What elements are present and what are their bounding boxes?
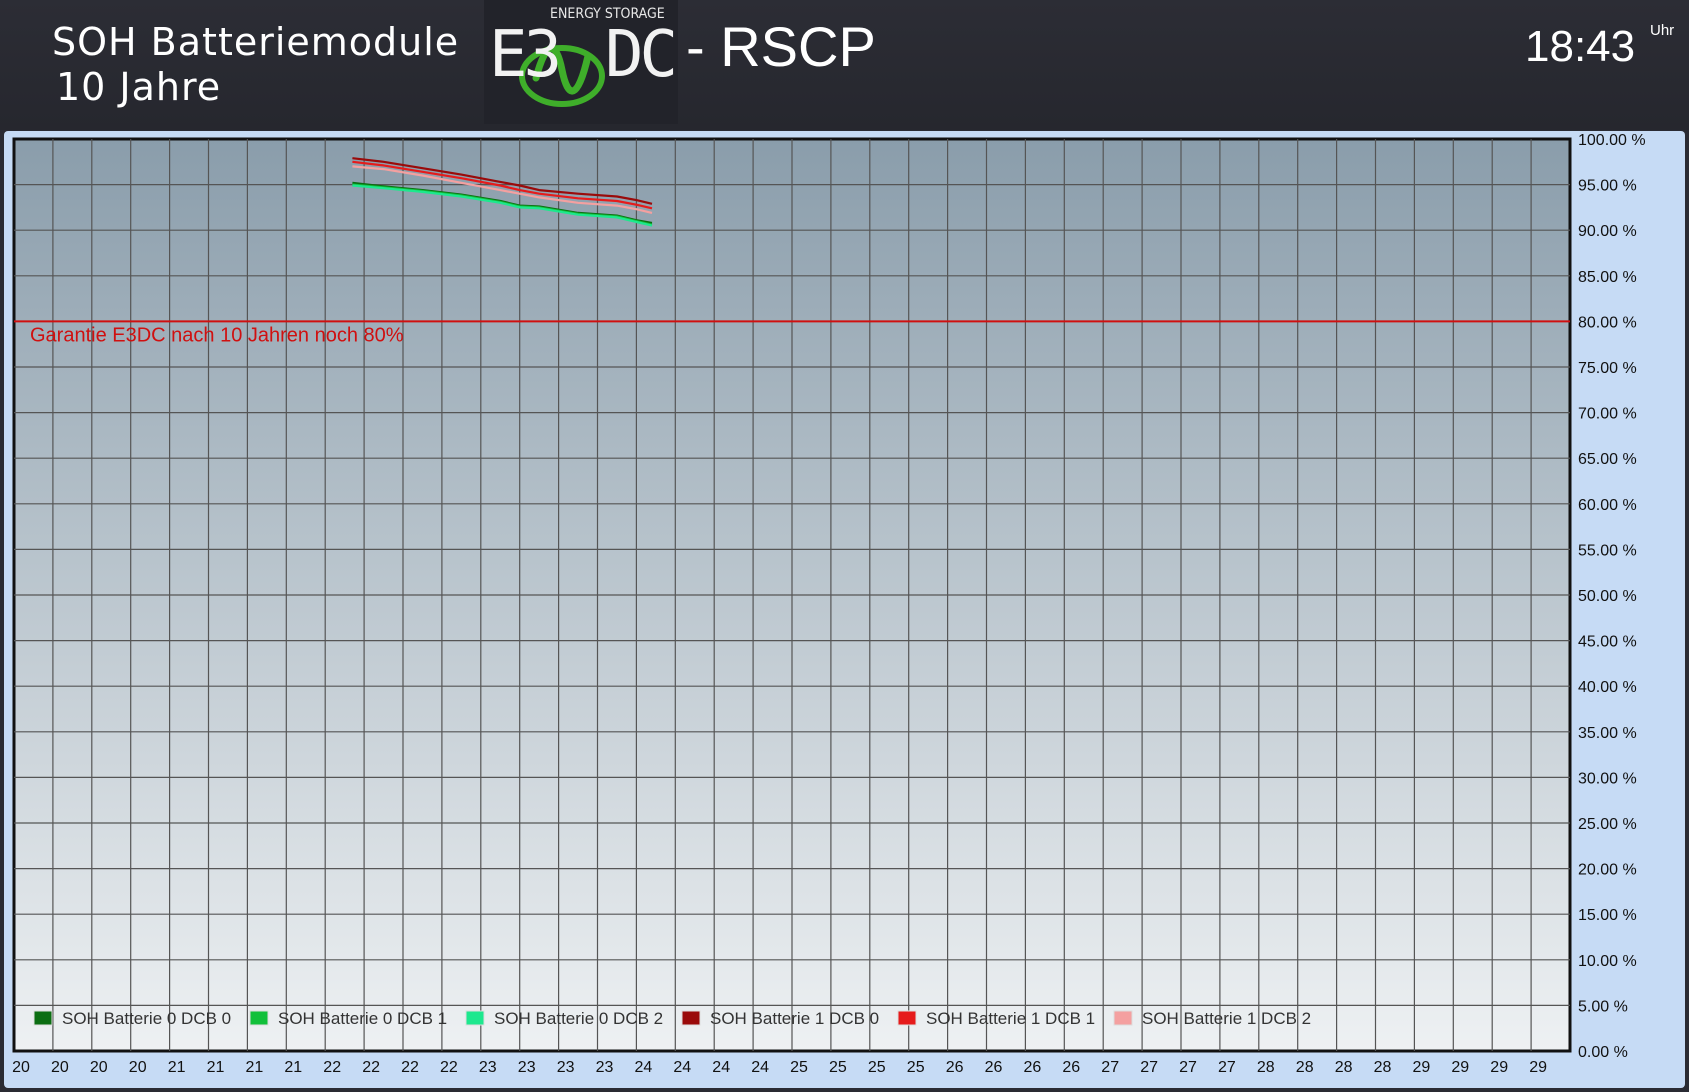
legend-item-label: SOH Batterie 0 DCB 1 [278, 1009, 447, 1028]
y-tick-label: 65.00 % [1578, 451, 1637, 468]
y-tick-label: 10.00 % [1578, 953, 1637, 970]
y-tick-label: 20.00 % [1578, 862, 1637, 879]
x-tick-label: 26 [946, 1059, 964, 1076]
x-tick-label: 28 [1257, 1059, 1275, 1076]
y-tick-label: 75.00 % [1578, 360, 1637, 377]
y-tick-label: 35.00 % [1578, 725, 1637, 742]
y-tick-label: 5.00 % [1578, 998, 1628, 1015]
page-subtitle-duration: 10 Jahre [56, 65, 222, 109]
x-tick-label: 27 [1101, 1059, 1119, 1076]
y-tick-label: 85.00 % [1578, 269, 1637, 286]
x-tick-label: 22 [323, 1059, 341, 1076]
legend-item-label: SOH Batterie 1 DCB 1 [926, 1009, 1095, 1028]
legend-swatch [897, 1010, 917, 1026]
y-tick-label: 30.00 % [1578, 770, 1637, 787]
x-tick-label: 26 [1024, 1059, 1042, 1076]
x-tick-label: 24 [635, 1059, 653, 1076]
y-tick-label: 80.00 % [1578, 314, 1637, 331]
x-tick-label: 22 [401, 1059, 419, 1076]
legend-swatch [681, 1010, 701, 1026]
x-tick-label: 21 [207, 1059, 225, 1076]
x-tick-label: 25 [868, 1059, 886, 1076]
x-tick-label: 26 [985, 1059, 1003, 1076]
legend-swatch [33, 1010, 53, 1026]
logo-text-left: E3 [489, 18, 562, 92]
y-tick-label: 45.00 % [1578, 634, 1637, 651]
y-tick-label: 95.00 % [1578, 178, 1637, 195]
legend-swatch [1113, 1010, 1133, 1026]
x-tick-label: 29 [1529, 1059, 1547, 1076]
x-tick-label: 22 [362, 1059, 380, 1076]
logo-text-right: DC [605, 18, 678, 92]
x-tick-label: 24 [673, 1059, 691, 1076]
header-bar: SOH Batteriemodule 10 Jahre ENERGY STORA… [0, 0, 1689, 130]
page-title: SOH Batteriemodule [52, 20, 460, 64]
x-tick-label: 23 [596, 1059, 614, 1076]
x-tick-label: 21 [246, 1059, 264, 1076]
x-tick-label: 23 [479, 1059, 497, 1076]
y-tick-label: 70.00 % [1578, 406, 1637, 423]
chart-panel: Garantie E3DC nach 10 Jahren noch 80% 10… [4, 131, 1685, 1088]
x-tick-label: 25 [907, 1059, 925, 1076]
x-tick-label: 23 [557, 1059, 575, 1076]
y-tick-label: 40.00 % [1578, 679, 1637, 696]
x-tick-label: 20 [90, 1059, 108, 1076]
legend-item-label: SOH Batterie 0 DCB 0 [62, 1009, 231, 1028]
y-tick-label: 60.00 % [1578, 497, 1637, 514]
legend-item-label: SOH Batterie 0 DCB 2 [494, 1009, 663, 1028]
clock-time: 18:43 [1525, 22, 1636, 71]
clock-unit: Uhr [1650, 22, 1675, 39]
e3dc-logo: ENERGY STORAGE E3 DC [484, 0, 678, 124]
y-tick-label: 100.00 % [1578, 132, 1646, 149]
grid-lines [14, 139, 1570, 1051]
y-tick-label: 15.00 % [1578, 907, 1637, 924]
y-tick-label: 90.00 % [1578, 223, 1637, 240]
x-tick-label: 27 [1140, 1059, 1158, 1076]
x-tick-label: 29 [1413, 1059, 1431, 1076]
x-tick-label: 20 [12, 1059, 30, 1076]
x-tick-label: 27 [1179, 1059, 1197, 1076]
legend-item-label: SOH Batterie 1 DCB 2 [1142, 1009, 1311, 1028]
y-axis-ticks: 100.00 % 95.00 % 90.00 % 85.00 % 80.00 % 75.0… [1578, 132, 1646, 1061]
app-subtitle: - RSCP [686, 15, 876, 78]
x-tick-label: 20 [51, 1059, 69, 1076]
x-tick-label: 26 [1062, 1059, 1080, 1076]
x-tick-label: 25 [829, 1059, 847, 1076]
y-tick-label: 55.00 % [1578, 542, 1637, 559]
guarantee-annotation: Garantie E3DC nach 10 Jahren noch 80% [30, 324, 404, 346]
x-tick-label: 25 [790, 1059, 808, 1076]
x-tick-label: 28 [1335, 1059, 1353, 1076]
x-tick-label: 27 [1218, 1059, 1236, 1076]
x-tick-label: 28 [1374, 1059, 1392, 1076]
x-tick-label: 24 [712, 1059, 730, 1076]
x-tick-label: 21 [168, 1059, 186, 1076]
x-tick-label: 28 [1296, 1059, 1314, 1076]
legend-swatch [249, 1010, 269, 1026]
x-tick-label: 21 [284, 1059, 302, 1076]
legend-swatch [465, 1010, 485, 1026]
x-tick-label: 20 [129, 1059, 147, 1076]
x-axis-ticks: 20 20 20 20 21 21 21 21 22 22 22 22 23 23 23 23 24 24 24 24… [12, 1059, 1547, 1076]
legend-item-label: SOH Batterie 1 DCB 0 [710, 1009, 879, 1028]
y-tick-label: 25.00 % [1578, 816, 1637, 833]
x-tick-label: 22 [440, 1059, 458, 1076]
x-tick-label: 29 [1490, 1059, 1508, 1076]
x-tick-label: 23 [518, 1059, 536, 1076]
x-tick-label: 24 [751, 1059, 769, 1076]
x-tick-label: 29 [1451, 1059, 1469, 1076]
y-tick-label: 50.00 % [1578, 588, 1637, 605]
y-tick-label: 0.00 % [1578, 1044, 1628, 1061]
soh-line-chart: Garantie E3DC nach 10 Jahren noch 80% 10… [12, 132, 1646, 1076]
